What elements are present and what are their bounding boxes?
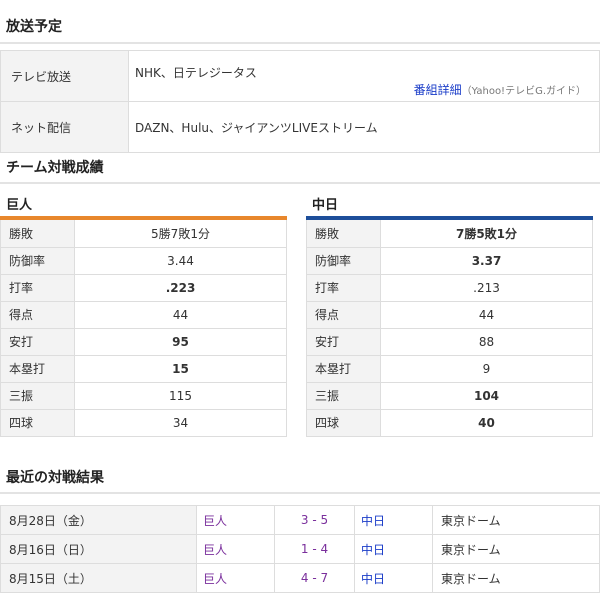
results-title: 最近の対戦結果	[6, 470, 104, 486]
program-detail-link[interactable]: 番組詳細	[414, 83, 462, 97]
result-row: 8月15日（土） 巨人 4 - 7 中日 東京ドーム	[0, 563, 600, 593]
broadcast-row-net: ネット配信 DAZN、Hulu、ジャイアンツLIVEストリーム	[1, 102, 599, 153]
matchup-section-header: チーム対戦成績	[0, 152, 600, 184]
broadcast-section-header: 放送予定	[0, 0, 600, 44]
matchup-title: チーム対戦成績	[6, 160, 104, 176]
stat-label: 本塁打	[306, 355, 381, 383]
team-name: 巨人	[6, 198, 33, 213]
stat-label: 勝敗	[0, 220, 75, 248]
venue: 東京ドーム	[432, 534, 600, 564]
stat-row: 三振 115	[0, 382, 287, 410]
stat-value: 44	[380, 301, 593, 329]
team-stats-table: 勝敗 7勝5敗1分 防御率 3.37 打率 .213 得点 44 安打 88 本塁打 9 三振 104 四球…	[306, 220, 593, 437]
divider	[0, 492, 600, 494]
stat-value: 5勝7敗1分	[74, 220, 287, 248]
tv-channels: NHK、日テレジータス	[135, 66, 257, 80]
stat-label: 本塁打	[0, 355, 75, 383]
away-team-link[interactable]: 中日	[354, 534, 433, 564]
game-date: 8月16日（日）	[0, 534, 197, 564]
score-link[interactable]: 3 - 5	[274, 505, 355, 535]
divider	[0, 182, 600, 184]
stat-value: 88	[380, 328, 593, 356]
divider	[0, 42, 600, 44]
tv-label: テレビ放送	[1, 51, 129, 101]
score-link[interactable]: 4 - 7	[274, 563, 355, 593]
stat-label: 勝敗	[306, 220, 381, 248]
stat-label: 安打	[0, 328, 75, 356]
game-date: 8月15日（土）	[0, 563, 197, 593]
result-row: 8月16日（日） 巨人 1 - 4 中日 東京ドーム	[0, 534, 600, 564]
stat-label: 打率	[306, 274, 381, 302]
stat-row: 得点 44	[306, 301, 593, 329]
stat-label: 四球	[0, 409, 75, 437]
stat-value: 15	[74, 355, 287, 383]
stat-label: 安打	[306, 328, 381, 356]
stat-row: 勝敗 7勝5敗1分	[306, 220, 593, 248]
stat-value: 3.44	[74, 247, 287, 275]
stat-value: 9	[380, 355, 593, 383]
net-label: ネット配信	[1, 102, 129, 152]
broadcast-title: 放送予定	[6, 19, 62, 35]
venue: 東京ドーム	[432, 563, 600, 593]
stat-row: 安打 88	[306, 328, 593, 356]
results-table: 8月28日（金） 巨人 3 - 5 中日 東京ドーム 8月16日（日） 巨人 1 - 4 中日東…	[0, 505, 600, 593]
team-card-giants: 巨人 勝敗 5勝7敗1分 防御率 3.44 打率 .223 得点 44 安打 95 本塁打 15 三振 1…	[0, 196, 287, 437]
stat-label: 防御率	[0, 247, 75, 275]
away-team-link[interactable]: 中日	[354, 505, 433, 535]
stat-value: 115	[74, 382, 287, 410]
score-link[interactable]: 1 - 4	[274, 534, 355, 564]
venue: 東京ドーム	[432, 505, 600, 535]
stat-value: 44	[74, 301, 287, 329]
stat-value: 7勝5敗1分	[380, 220, 593, 248]
team-stats-table: 勝敗 5勝7敗1分 防御率 3.44 打率 .223 得点 44 安打 95 本塁打 15 三振 115 四…	[0, 220, 287, 437]
stat-label: 得点	[306, 301, 381, 329]
team-card-dragons: 中日 勝敗 7勝5敗1分 防御率 3.37 打率 .213 得点 44 安打 88 本塁打 9 三振 10…	[306, 196, 593, 437]
stat-row: 四球 34	[0, 409, 287, 437]
net-value-cell: DAZN、Hulu、ジャイアンツLIVEストリーム	[129, 102, 599, 152]
stat-value: .213	[380, 274, 593, 302]
stat-row: 安打 95	[0, 328, 287, 356]
stat-value: 40	[380, 409, 593, 437]
stat-label: 三振	[0, 382, 75, 410]
stat-label: 四球	[306, 409, 381, 437]
stat-label: 三振	[306, 382, 381, 410]
result-row: 8月28日（金） 巨人 3 - 5 中日 東京ドーム	[0, 505, 600, 535]
program-detail: 番組詳細（Yahoo!テレビG.ガイド）	[414, 81, 586, 98]
stat-value: 3.37	[380, 247, 593, 275]
stat-label: 防御率	[306, 247, 381, 275]
stat-row: 本塁打 9	[306, 355, 593, 383]
results-section-header: 最近の対戦結果	[0, 462, 600, 494]
net-services: DAZN、Hulu、ジャイアンツLIVEストリーム	[135, 121, 378, 135]
home-team-link[interactable]: 巨人	[196, 505, 275, 535]
stat-value: 34	[74, 409, 287, 437]
stat-row: 四球 40	[306, 409, 593, 437]
stat-row: 防御率 3.37	[306, 247, 593, 275]
program-detail-source: （Yahoo!テレビG.ガイド）	[461, 86, 586, 97]
stat-label: 打率	[0, 274, 75, 302]
stat-row: 防御率 3.44	[0, 247, 287, 275]
stat-row: 三振 104	[306, 382, 593, 410]
stat-row: 打率 .223	[0, 274, 287, 302]
stat-row: 打率 .213	[306, 274, 593, 302]
home-team-link[interactable]: 巨人	[196, 563, 275, 593]
game-date: 8月28日（金）	[0, 505, 197, 535]
stat-value: 95	[74, 328, 287, 356]
broadcast-table: テレビ放送 NHK、日テレジータス ネット配信 DAZN、Hulu、ジャイアンツ…	[0, 50, 600, 153]
home-team-link[interactable]: 巨人	[196, 534, 275, 564]
stat-row: 勝敗 5勝7敗1分	[0, 220, 287, 248]
stat-value: .223	[74, 274, 287, 302]
stat-row: 得点 44	[0, 301, 287, 329]
team-name: 中日	[312, 198, 339, 213]
away-team-link[interactable]: 中日	[354, 563, 433, 593]
stat-value: 104	[380, 382, 593, 410]
stat-row: 本塁打 15	[0, 355, 287, 383]
stat-label: 得点	[0, 301, 75, 329]
